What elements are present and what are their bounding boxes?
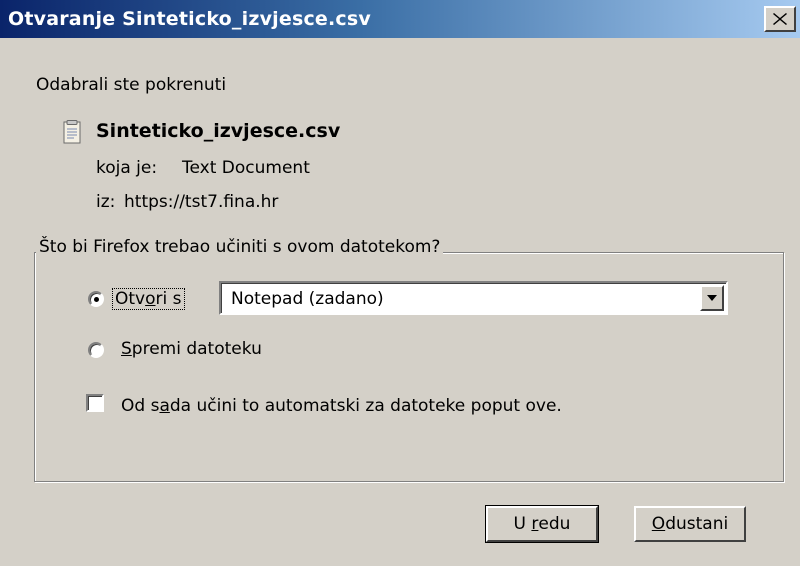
application-select[interactable]: Notepad (zadano) — [219, 281, 728, 315]
close-icon — [773, 13, 787, 25]
save-file-radio[interactable] — [88, 342, 104, 358]
intro-text: Odabrali ste pokrenuti — [36, 75, 227, 95]
application-select-value: Notepad (zadano) — [231, 289, 384, 309]
dropdown-button[interactable] — [700, 285, 724, 311]
ok-button[interactable]: U r edu — [485, 505, 599, 543]
radio-selected-dot — [94, 297, 99, 302]
close-button[interactable] — [764, 6, 796, 32]
from-value: https://tst7.fina.hr — [124, 192, 279, 212]
dialog-title: Otvaranje Sinteticko_izvjesce.csv — [8, 8, 371, 30]
open-with-label[interactable]: Otvori s — [112, 288, 185, 310]
title-bar: Otvaranje Sinteticko_izvjesce.csv — [0, 0, 800, 38]
file-name: Sinteticko_izvjesce.csv — [96, 120, 341, 142]
auto-action-checkbox[interactable] — [86, 394, 104, 412]
cancel-button[interactable]: Odustani — [634, 506, 746, 542]
open-with-radio[interactable] — [88, 291, 104, 307]
save-file-label[interactable]: Spremi datoteku — [121, 339, 262, 359]
auto-action-label[interactable]: Od sada učini to automatski za datoteke … — [121, 396, 562, 416]
type-value: Text Document — [182, 158, 310, 178]
group-legend: Što bi Firefox trebao učiniti s ovom dat… — [36, 237, 444, 257]
from-label: iz: — [96, 192, 116, 212]
type-label: koja je: — [96, 158, 158, 178]
text-document-icon — [63, 120, 81, 144]
chevron-down-icon — [707, 295, 717, 301]
